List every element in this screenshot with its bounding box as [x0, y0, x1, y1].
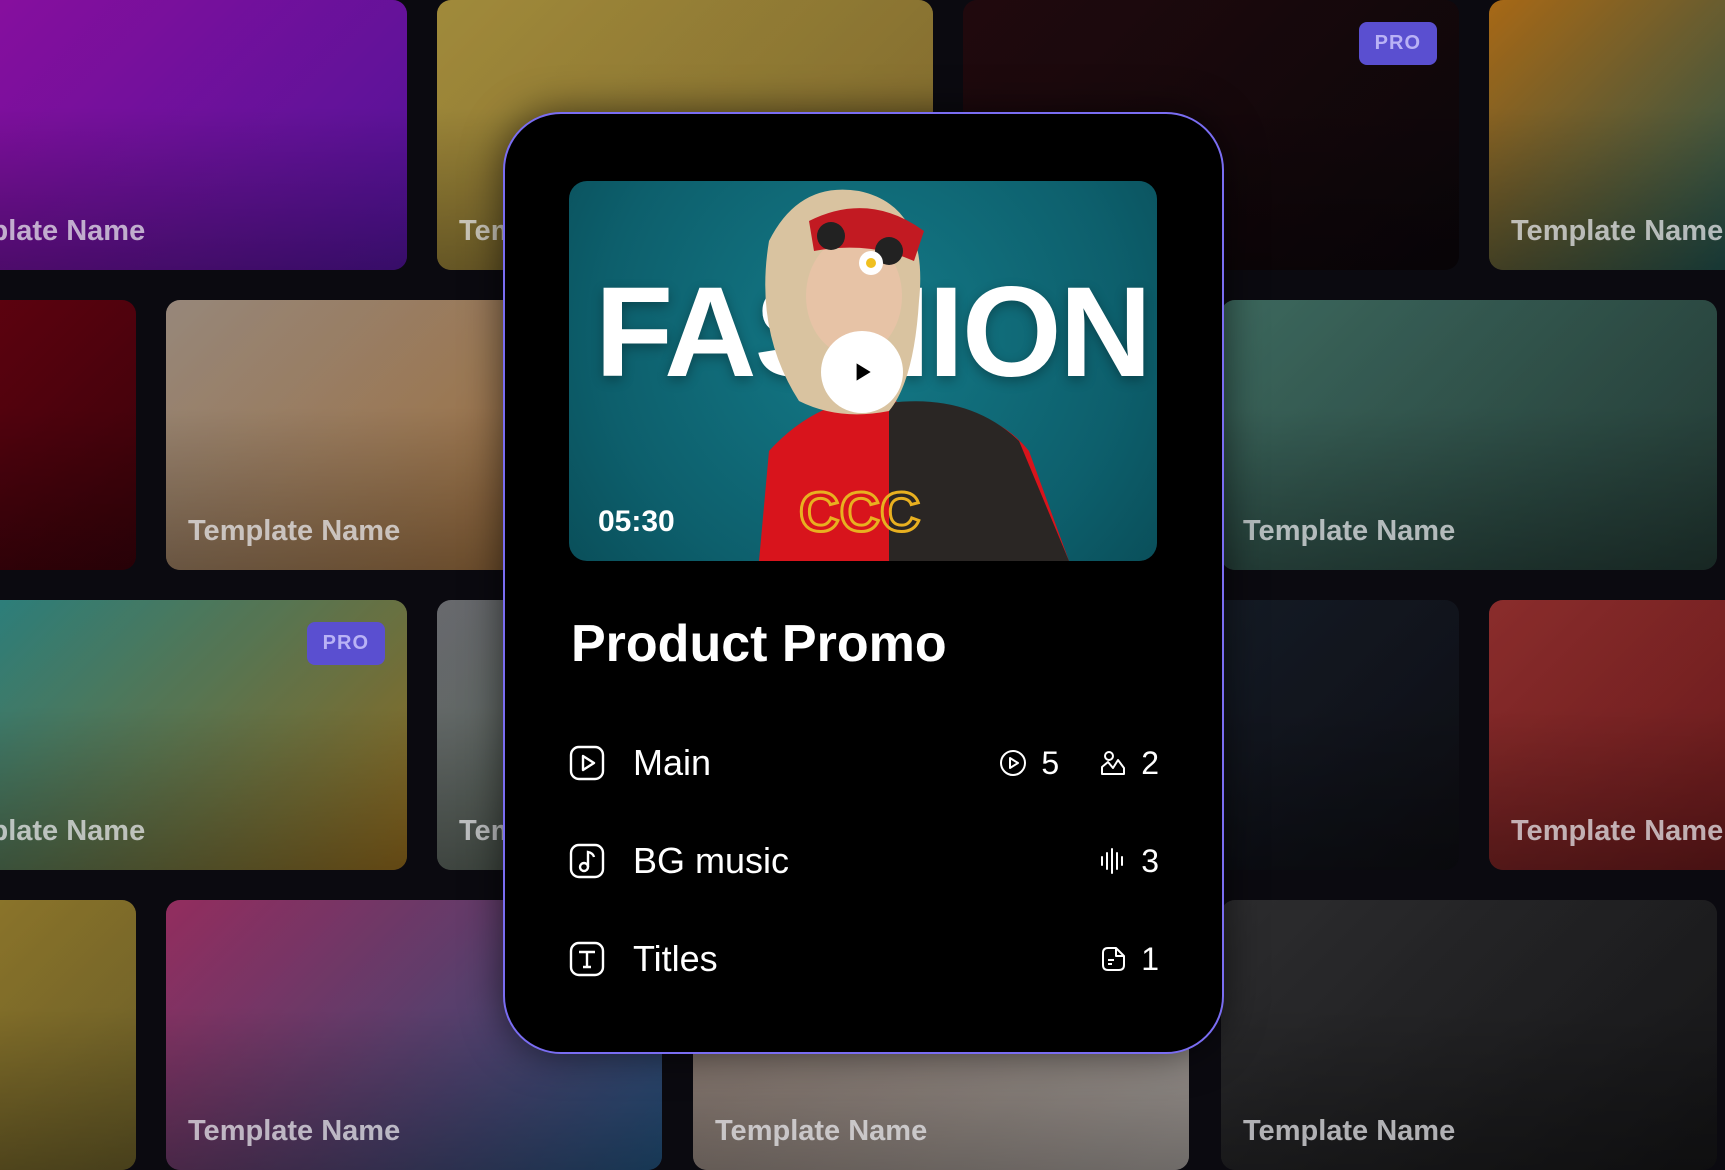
tile-label: Template Name	[715, 1115, 928, 1147]
track-name: BG music	[633, 840, 790, 881]
tile-label: Template Name	[1243, 515, 1456, 547]
template-tile[interactable]: Template Name	[1221, 300, 1717, 570]
pro-badge: PRO	[1358, 22, 1437, 65]
play-button[interactable]	[821, 331, 903, 413]
play-circle-icon	[1000, 750, 1027, 776]
audio-count: 3	[1099, 843, 1159, 880]
tile-label: Template Name	[188, 515, 401, 547]
tile-label: Template Name	[0, 815, 146, 847]
video-count: 5	[999, 745, 1059, 782]
tile-label: Template Name	[1243, 1115, 1456, 1147]
template-tile[interactable]: Template Name	[0, 0, 407, 270]
play-icon	[856, 363, 871, 381]
svg-text:CCC: CCC	[799, 480, 920, 543]
template-tile[interactable]: Template Name	[0, 300, 136, 570]
template-tile[interactable]: Template Name PRO	[0, 600, 407, 870]
waveform-icon	[1101, 848, 1124, 874]
track-name: Main	[633, 742, 712, 783]
template-title: Product Promo	[571, 615, 947, 673]
track-row-bg-music[interactable]: BG music 3	[569, 836, 1159, 886]
template-tile[interactable]: Template Name	[1221, 900, 1717, 1170]
video-duration: 05:30	[598, 505, 675, 538]
template-tile[interactable]: Template Name	[1489, 0, 1725, 270]
sticker-icon	[1102, 947, 1126, 971]
title-count: 1	[1099, 941, 1159, 978]
tile-gradient	[0, 300, 136, 570]
track-name: Titles	[633, 938, 718, 979]
image-count: 2	[1099, 745, 1159, 782]
track-row-main[interactable]: Main 5 2	[569, 738, 1159, 788]
tile-label: Template Name	[0, 215, 146, 247]
tile-label: Template Name	[1511, 815, 1724, 847]
template-preview-card[interactable]: FASHION CCC 05:30 Product Promo Main 5 2	[503, 112, 1224, 1054]
track-row-titles[interactable]: Titles 1	[569, 934, 1159, 984]
video-preview[interactable]: FASHION CCC 05:30	[569, 181, 1157, 561]
tile-label: Template Name	[1511, 215, 1724, 247]
music-note-icon	[569, 843, 605, 879]
template-tile[interactable]: Template Name	[0, 900, 136, 1170]
image-icon	[1101, 751, 1126, 775]
template-tile[interactable]: Template Name	[1489, 600, 1725, 870]
video-square-icon	[569, 745, 605, 781]
tile-gradient	[0, 900, 136, 1170]
pro-badge: PRO	[306, 622, 385, 665]
tile-label: Template Name	[188, 1115, 401, 1147]
text-t-icon	[569, 941, 605, 977]
